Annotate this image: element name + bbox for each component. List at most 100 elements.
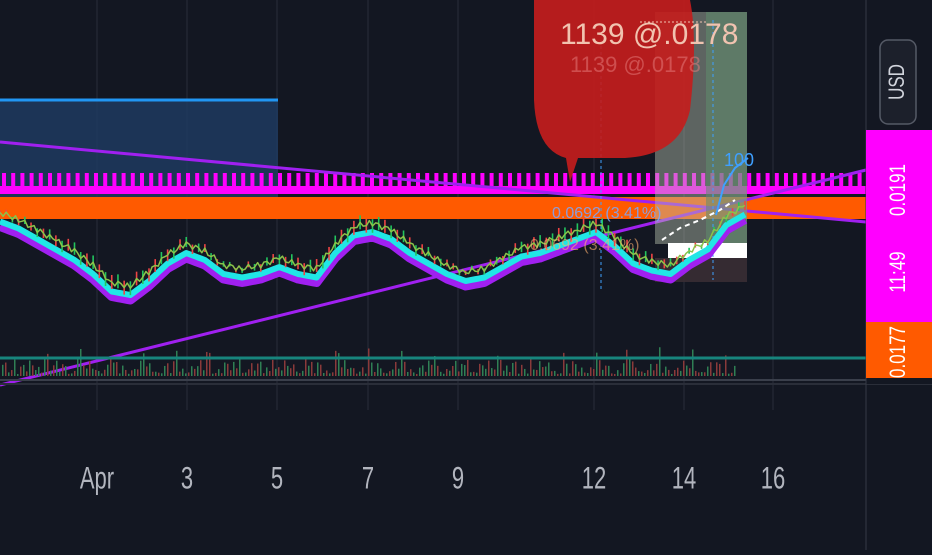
- volume-bar: [632, 361, 634, 376]
- volume-bar: [251, 363, 253, 376]
- volume-bar: [299, 373, 301, 376]
- volume-bar: [317, 362, 319, 376]
- volume-bar: [599, 360, 601, 376]
- volume-bar: [566, 363, 568, 376]
- comb-tooth: [130, 173, 135, 188]
- comb-tooth: [176, 173, 181, 188]
- comb-tooth: [830, 173, 834, 188]
- projection-label: 0.0692 (3.41%): [552, 205, 661, 222]
- comb-tooth: [232, 173, 236, 188]
- volume-bar: [494, 369, 496, 376]
- comb-tooth: [296, 173, 301, 188]
- comb-tooth: [11, 173, 16, 188]
- volume-bar: [248, 369, 250, 376]
- volume-bar: [347, 368, 349, 376]
- volume-bar: [395, 361, 397, 376]
- comb-tooth: [94, 173, 98, 188]
- volume-bar: [728, 373, 730, 376]
- x-tick-label: 14: [672, 459, 696, 495]
- chart-stage: 1139 @.0178 1139 @.0178 0.0692 (3.41%) 0…: [0, 0, 932, 550]
- volume-bar: [359, 371, 361, 376]
- volume-bar: [620, 373, 622, 376]
- volume-bar: [701, 372, 703, 376]
- volume-bar: [95, 369, 97, 376]
- volume-bar: [326, 370, 328, 376]
- volume-bar: [32, 365, 34, 376]
- volume-bar: [356, 373, 358, 376]
- comb-tooth: [204, 173, 209, 188]
- volume-bar: [155, 371, 157, 376]
- comb-tooth: [66, 173, 71, 188]
- volume-bar: [608, 365, 610, 376]
- volume-bar: [350, 367, 352, 376]
- comb-tooth: [20, 173, 25, 188]
- volume-bar: [557, 373, 559, 376]
- volume-bar: [653, 370, 655, 376]
- volume-bar: [551, 371, 553, 376]
- volume-bar: [617, 370, 619, 376]
- volume-bar: [443, 373, 445, 376]
- comb-tooth: [747, 173, 752, 188]
- volume-bar: [449, 370, 451, 376]
- comb-tooth: [452, 173, 457, 188]
- comb-tooth: [259, 173, 264, 188]
- comb-tooth: [544, 173, 549, 188]
- price-label-lower: 0.0177: [886, 326, 911, 378]
- volume-bar: [197, 366, 199, 376]
- volume-bar: [602, 369, 604, 376]
- volume-bar: [593, 369, 595, 376]
- volume-bar: [587, 373, 589, 376]
- volume-bar: [134, 368, 136, 376]
- volume-bar: [305, 358, 307, 376]
- volume-bar: [626, 349, 628, 376]
- volume-bar: [260, 361, 262, 376]
- comb-tooth: [278, 173, 282, 188]
- comb-tooth: [314, 173, 319, 188]
- volume-bar: [461, 363, 463, 376]
- volume-bar: [683, 360, 685, 376]
- currency-label: USD: [885, 64, 910, 100]
- volume-bar: [5, 362, 7, 376]
- volume-bar: [182, 368, 184, 376]
- red-bubble-ghost-text: 1139 @.0178: [570, 52, 701, 77]
- countdown-label: 11:49: [886, 251, 911, 292]
- volume-bar: [365, 373, 367, 376]
- volume-bar: [233, 361, 235, 376]
- volume-bar: [680, 370, 682, 376]
- volume-bar: [215, 372, 217, 376]
- volume-bar: [416, 373, 418, 376]
- volume-bar: [59, 371, 61, 376]
- volume-bar: [170, 373, 172, 376]
- x-tick-label: 12: [582, 459, 606, 495]
- volume-bar: [272, 359, 274, 376]
- volume-bar: [278, 367, 280, 376]
- price-chart[interactable]: 1139 @.0178 1139 @.0178 0.0692 (3.41%) 0…: [0, 0, 932, 550]
- comb-tooth: [563, 173, 568, 188]
- volume-bar: [230, 370, 232, 376]
- volume-bar: [596, 352, 598, 376]
- volume-bar: [86, 368, 88, 376]
- comb-tooth: [554, 173, 558, 188]
- volume-bar: [245, 372, 247, 376]
- volume-bar: [125, 369, 127, 376]
- volume-bar: [62, 364, 64, 376]
- volume-bar: [704, 372, 706, 376]
- volume-bar: [44, 359, 46, 376]
- volume-bar: [713, 372, 715, 376]
- volume-bar: [29, 360, 31, 376]
- volume-bar: [38, 366, 40, 376]
- volume-bar: [392, 369, 394, 376]
- volume-bar: [14, 359, 16, 376]
- comb-tooth: [213, 173, 218, 188]
- volume-bar: [635, 367, 637, 376]
- volume-bar: [398, 368, 400, 376]
- volume-bar: [677, 367, 679, 376]
- volume-bar: [287, 365, 289, 376]
- volume-bar: [452, 365, 454, 376]
- comb-tooth: [535, 173, 540, 188]
- volume-bar: [266, 367, 268, 376]
- volume-bar: [407, 371, 409, 376]
- volume-bar: [458, 371, 460, 376]
- volume-bar: [344, 360, 346, 376]
- comb-tooth: [581, 173, 586, 188]
